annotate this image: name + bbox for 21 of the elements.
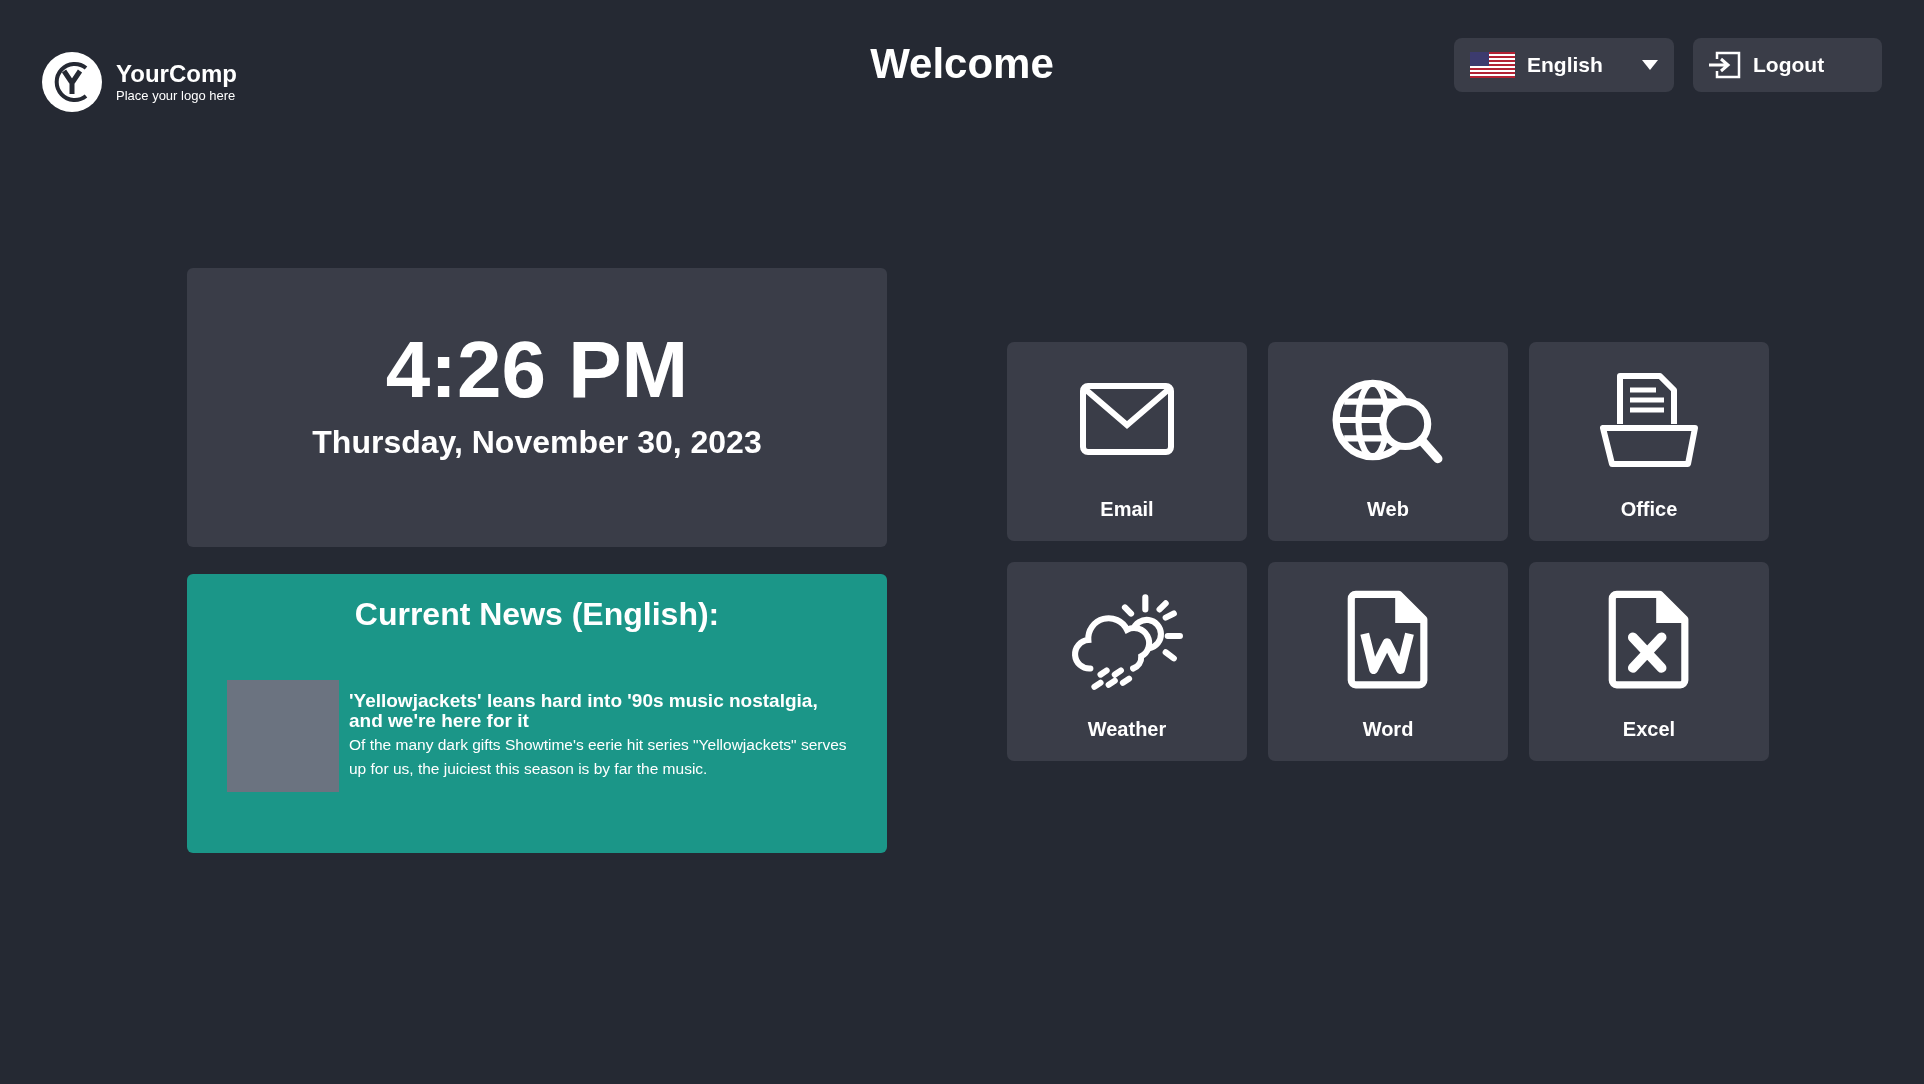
app-tile[interactable]: Email: [1007, 342, 1247, 541]
news-heading: Current News (English):: [353, 595, 721, 634]
app-tile[interactable]: Office: [1529, 342, 1769, 541]
app-tile[interactable]: Word: [1268, 562, 1508, 761]
logout-button[interactable]: Logout: [1693, 38, 1882, 92]
document-tray-icon: [1600, 372, 1698, 468]
clock-time: 4:26 PM: [385, 323, 689, 416]
flag-icon: [1470, 52, 1515, 78]
news-summary: Of the many dark gifts Showtime's eerie hit series "Yellowjackets" serves up for us, the juiciest this season is by far the music.: [349, 735, 847, 779]
logout-icon: [1709, 51, 1741, 79]
app-tile[interactable]: Weather: [1007, 562, 1247, 761]
app-tile[interactable]: Excel: [1529, 562, 1769, 761]
app-tile[interactable]: Web: [1268, 342, 1508, 541]
language-dropdown[interactable]: English: [1454, 38, 1674, 92]
caret-icon: [1642, 60, 1658, 70]
news-headline[interactable]: 'Yellowjackets' leans hard into '90s music nostalgia, and we're here for it: [349, 691, 847, 731]
clock-date: Thursday, November 30, 2023: [312, 422, 762, 462]
page-title: Welcome: [870, 40, 1054, 88]
logo-icon: [42, 52, 102, 112]
logo-name: YourComp: [116, 60, 237, 88]
logo-tagline: Place your logo here: [116, 88, 237, 104]
